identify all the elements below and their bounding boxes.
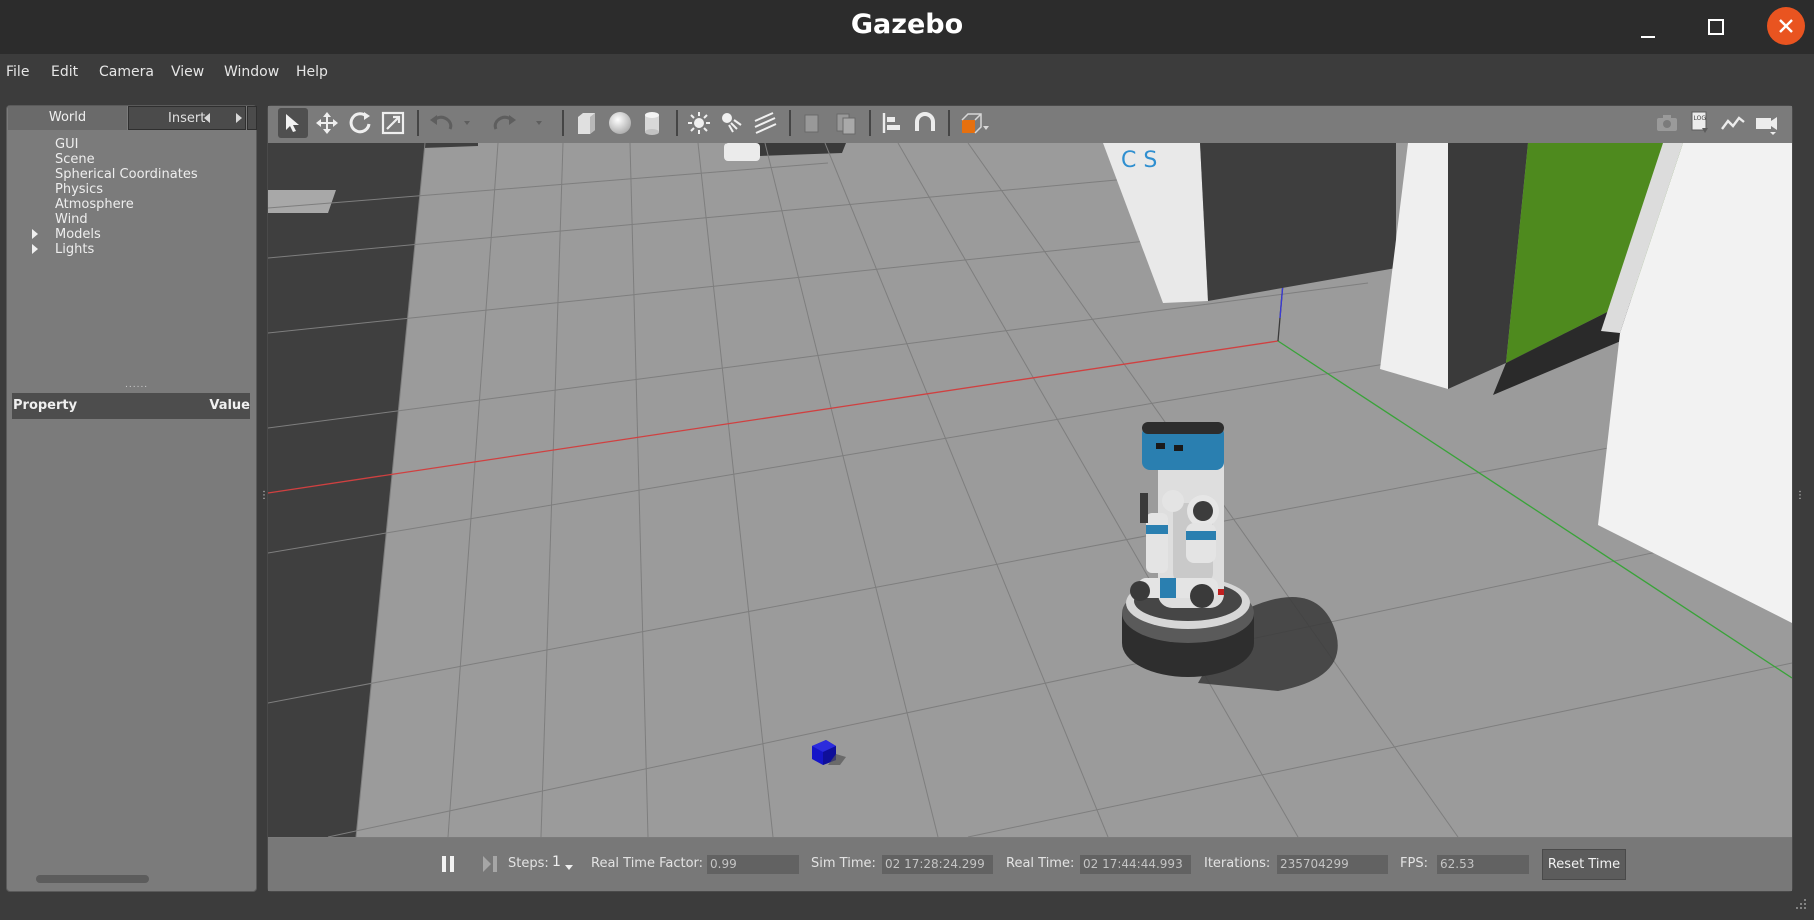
log-icon[interactable]: LOG bbox=[1685, 108, 1715, 138]
background-object-white bbox=[724, 143, 760, 161]
real-time-field: 02 17:44:44.993 bbox=[1080, 855, 1191, 874]
steps-value[interactable]: 1 bbox=[552, 854, 561, 870]
undo-icon[interactable] bbox=[426, 108, 456, 138]
tree-item-physics[interactable]: Physics bbox=[55, 182, 103, 197]
toolbar-separator bbox=[676, 110, 678, 136]
step-icon[interactable] bbox=[480, 854, 500, 874]
right-splitter-grip-icon[interactable]: ⋮ bbox=[1795, 490, 1805, 501]
video-record-icon[interactable] bbox=[1751, 108, 1781, 138]
tab-overflow[interactable] bbox=[247, 106, 257, 130]
translate-icon[interactable] bbox=[312, 108, 342, 138]
tree-item-wind[interactable]: Wind bbox=[55, 212, 88, 227]
tab-scroll-left-icon[interactable] bbox=[204, 113, 210, 123]
menu-edit[interactable]: Edit bbox=[51, 64, 78, 80]
resize-grip-icon[interactable] bbox=[1790, 895, 1808, 913]
tree-item-atmosphere[interactable]: Atmosphere bbox=[55, 197, 134, 212]
close-icon[interactable] bbox=[1767, 7, 1805, 45]
fps-field: 62.53 bbox=[1437, 855, 1529, 874]
menu-help[interactable]: Help bbox=[296, 64, 328, 80]
pause-icon[interactable] bbox=[438, 854, 458, 874]
scene-viewport[interactable]: C S bbox=[268, 143, 1792, 837]
property-column-header: Property bbox=[13, 398, 78, 413]
wall-lettering: C S bbox=[1121, 148, 1157, 173]
box-shape-icon[interactable] bbox=[571, 108, 601, 138]
steps-label: Steps: bbox=[508, 856, 549, 871]
rotate-icon[interactable] bbox=[345, 108, 375, 138]
toolbar-separator bbox=[789, 110, 791, 136]
left-panel bbox=[6, 105, 257, 892]
real-time-factor-label: Real Time Factor: bbox=[591, 856, 704, 871]
menu-file[interactable]: File bbox=[6, 64, 29, 80]
scale-icon[interactable] bbox=[378, 108, 408, 138]
select-arrow-icon[interactable] bbox=[278, 108, 308, 138]
svg-text:LOG: LOG bbox=[1694, 115, 1707, 122]
iterations-field: 235704299 bbox=[1277, 855, 1388, 874]
toolbar-separator bbox=[417, 110, 419, 136]
tab-insert[interactable]: Insert bbox=[128, 106, 246, 130]
copy-icon[interactable] bbox=[797, 108, 827, 138]
snap-magnet-icon[interactable] bbox=[910, 108, 940, 138]
window-title: Gazebo bbox=[850, 9, 964, 40]
menu-bar: File Edit Camera View Window Help bbox=[0, 54, 1814, 90]
scene-render[interactable]: C S bbox=[268, 143, 1792, 837]
align-icon[interactable] bbox=[877, 108, 907, 138]
redo-dropdown-icon[interactable] bbox=[531, 108, 547, 138]
paste-icon[interactable] bbox=[831, 108, 861, 138]
expand-models-icon[interactable] bbox=[32, 229, 38, 239]
tab-scroll-right-icon[interactable] bbox=[236, 113, 242, 123]
fps-label: FPS: bbox=[1400, 856, 1428, 871]
panel-splitter-handle[interactable]: ...... bbox=[125, 380, 148, 390]
real-time-label: Real Time: bbox=[1006, 856, 1075, 871]
toolbar-separator bbox=[948, 110, 950, 136]
toolbar-separator bbox=[562, 110, 564, 136]
tab-world[interactable]: World bbox=[8, 106, 127, 130]
menu-camera[interactable]: Camera bbox=[99, 64, 154, 80]
expand-lights-icon[interactable] bbox=[32, 244, 38, 254]
tree-item-gui[interactable]: GUI bbox=[55, 137, 78, 152]
value-column-header: Value bbox=[209, 398, 250, 413]
spot-light-icon[interactable] bbox=[717, 108, 747, 138]
tree-item-scene[interactable]: Scene bbox=[55, 152, 95, 167]
sim-time-label: Sim Time: bbox=[811, 856, 876, 871]
sim-time-field: 02 17:28:24.299 bbox=[882, 855, 993, 874]
view-angle-icon[interactable] bbox=[956, 108, 994, 138]
tree-item-lights[interactable]: Lights bbox=[55, 242, 94, 257]
plot-icon[interactable] bbox=[1718, 108, 1748, 138]
real-time-factor-field: 0.99 bbox=[707, 855, 799, 874]
tree-item-spherical-coordinates[interactable]: Spherical Coordinates bbox=[55, 167, 198, 182]
floor-patch bbox=[268, 190, 336, 213]
reset-time-button[interactable]: Reset Time bbox=[1542, 849, 1626, 880]
directional-light-icon[interactable] bbox=[750, 108, 780, 138]
cylinder-shape-icon[interactable] bbox=[637, 108, 667, 138]
undo-dropdown-icon[interactable] bbox=[459, 108, 475, 138]
iterations-label: Iterations: bbox=[1204, 856, 1271, 871]
point-light-icon[interactable] bbox=[684, 108, 714, 138]
window-titlebar: Gazebo bbox=[0, 0, 1814, 54]
left-panel-scrollbar[interactable] bbox=[36, 875, 149, 883]
toolbar-separator bbox=[869, 110, 871, 136]
sphere-shape-icon[interactable] bbox=[605, 108, 635, 138]
screenshot-camera-icon[interactable] bbox=[1652, 108, 1682, 138]
tree-item-models[interactable]: Models bbox=[55, 227, 101, 242]
minimize-icon[interactable] bbox=[1630, 10, 1666, 46]
redo-icon[interactable] bbox=[490, 108, 520, 138]
menu-view[interactable]: View bbox=[171, 64, 204, 80]
property-table-header: Property Value bbox=[12, 393, 250, 419]
steps-dropdown-icon[interactable] bbox=[564, 864, 574, 872]
maximize-icon[interactable] bbox=[1698, 10, 1734, 46]
menu-window[interactable]: Window bbox=[224, 64, 279, 80]
